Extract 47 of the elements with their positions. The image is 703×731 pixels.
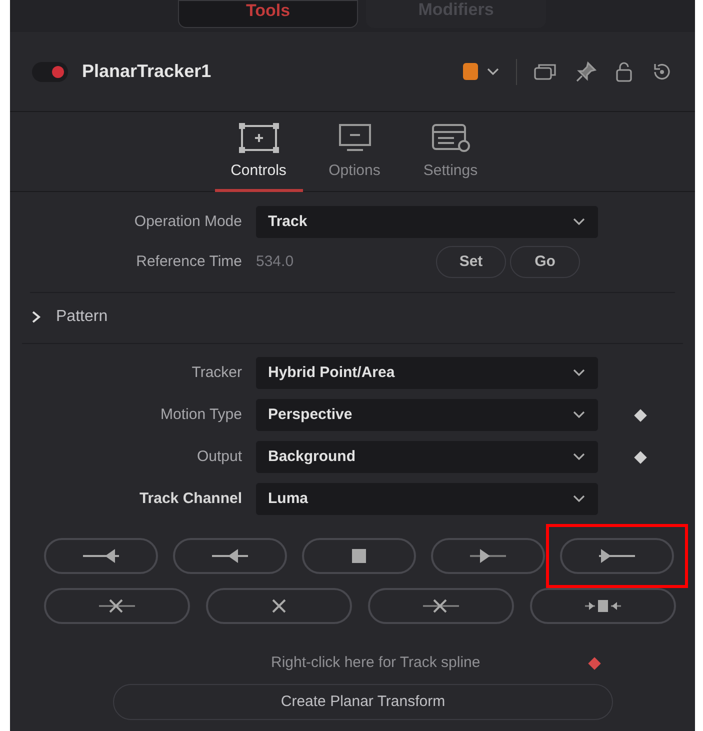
track-button[interactable] <box>206 588 352 624</box>
lock-icon[interactable] <box>615 60 633 82</box>
chevron-icon[interactable] <box>486 66 500 76</box>
keyframe-icon[interactable] <box>634 408 647 422</box>
chevron-icon <box>572 452 586 462</box>
field-label: Motion Type <box>160 404 243 425</box>
chevron-icon <box>572 494 586 504</box>
field-label: Tracker <box>190 362 243 383</box>
clear-icon <box>272 599 286 613</box>
track-button[interactable] <box>44 538 158 574</box>
chevron-icon <box>572 410 586 420</box>
chevron-icon <box>572 217 586 227</box>
track-button[interactable] <box>173 538 287 574</box>
node-title: PlanarTracker1 <box>82 60 212 83</box>
spline-hint[interactable]: Right-click here for Track spline <box>271 652 480 674</box>
pin-icon[interactable] <box>575 60 597 82</box>
create-planar-transform-button[interactable]: Create Planar Transform <box>113 684 613 720</box>
field-label: Operation Mode <box>133 212 243 232</box>
chevron-right-icon <box>30 311 42 323</box>
track-button[interactable] <box>530 588 676 624</box>
field-label: Output <box>196 446 243 467</box>
color-swatch[interactable] <box>463 63 478 80</box>
reference-time-button[interactable]: Set <box>436 246 506 278</box>
track-button[interactable] <box>560 538 674 574</box>
section-header[interactable]: Pattern <box>30 305 108 329</box>
track-button[interactable] <box>431 538 545 574</box>
reference-time-button[interactable]: Go <box>510 246 580 278</box>
chevron-icon <box>572 368 586 378</box>
time-value: 534.0 <box>256 252 295 272</box>
inspector-tab[interactable]: Settings <box>406 122 494 192</box>
dropdown[interactable]: Luma <box>256 483 598 515</box>
track-button[interactable] <box>368 588 514 624</box>
dropdown[interactable]: Perspective <box>256 399 598 431</box>
dropdown[interactable]: Track <box>256 206 598 238</box>
keyframe-icon[interactable] <box>634 450 647 464</box>
track-button[interactable] <box>44 588 190 624</box>
versions-icon[interactable] <box>533 62 557 82</box>
controls-tab-icon <box>238 122 280 156</box>
stop-icon <box>351 548 367 564</box>
dropdown[interactable]: Hybrid Point/Area <box>256 357 598 389</box>
power-toggle[interactable] <box>32 62 68 82</box>
inspector-tab[interactable]: Controls <box>214 122 302 192</box>
field-label: Reference Time <box>135 252 243 272</box>
track-button[interactable] <box>302 538 416 574</box>
field-label: Track Channel <box>138 488 243 509</box>
dropdown[interactable]: Background <box>256 441 598 473</box>
inspector-tab[interactable]: Options <box>310 122 398 192</box>
